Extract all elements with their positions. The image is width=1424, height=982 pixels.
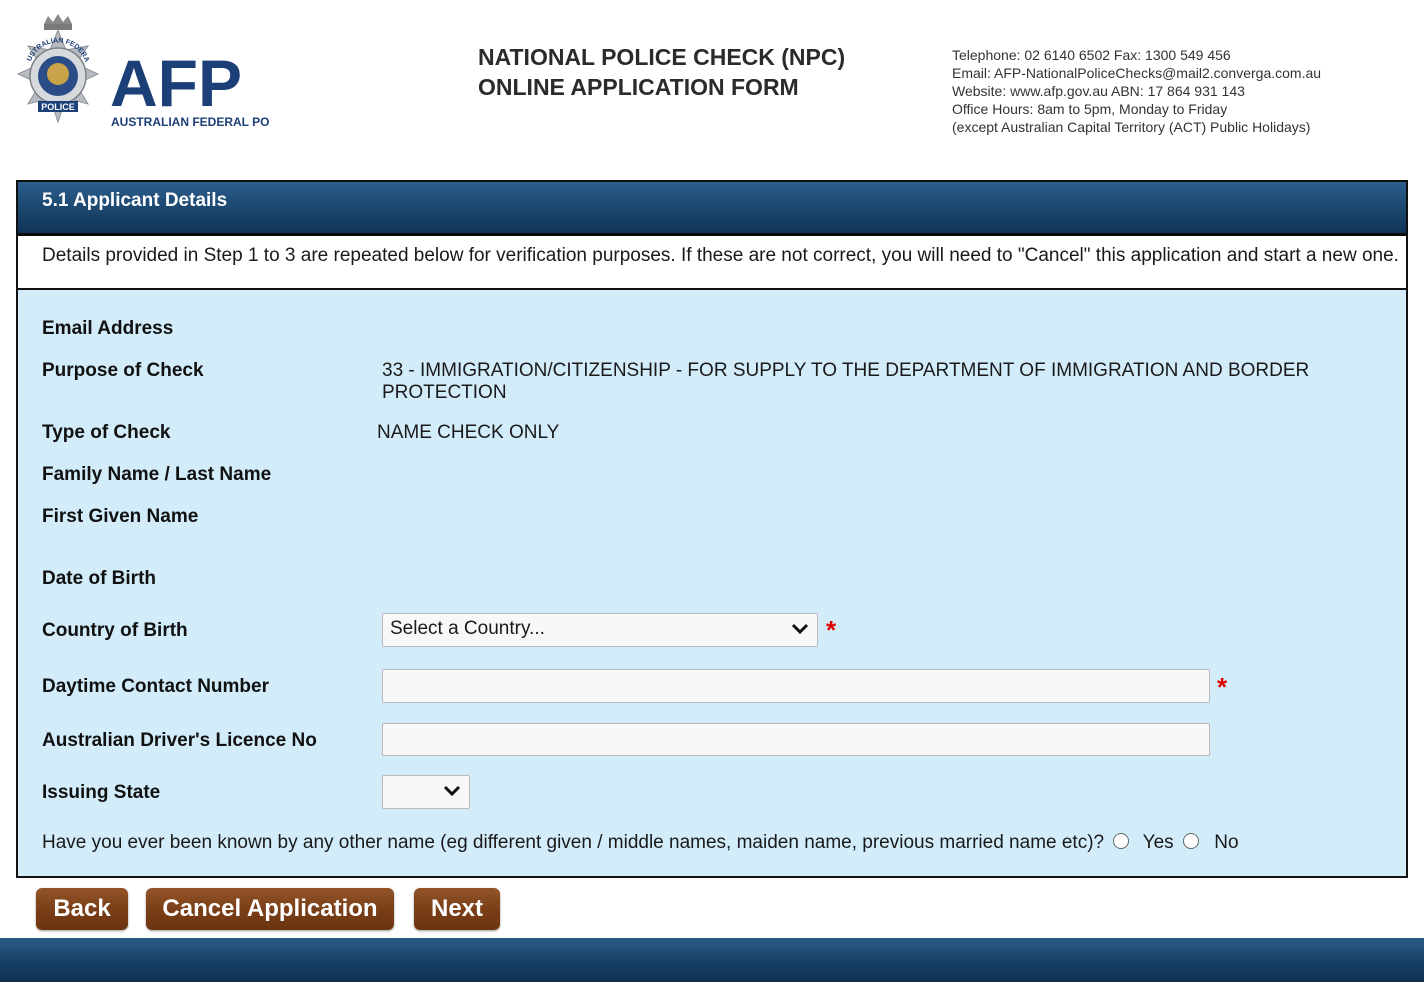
section-title: 5.1 Applicant Details <box>18 182 1406 236</box>
no-label: No <box>1214 832 1239 853</box>
other-name-question: Have you ever been known by any other na… <box>42 832 1105 853</box>
type-label: Type of Check <box>42 422 171 443</box>
contact-hours: Office Hours: 8am to 5pm, Monday to Frid… <box>952 101 1228 117</box>
contact-website: Website: www.afp.gov.au ABN: 17 864 931 … <box>952 83 1245 99</box>
state-select[interactable] <box>382 775 470 809</box>
contact-holidays: (except Australian Capital Territory (AC… <box>952 119 1311 135</box>
country-label: Country of Birth <box>42 620 188 641</box>
purpose-value-line-1: 33 - IMMIGRATION/CITIZENSHIP - FOR SUPPL… <box>382 360 1310 381</box>
contact-phone: Telephone: 02 6140 6502 Fax: 1300 549 45… <box>952 47 1231 63</box>
yes-label: Yes <box>1142 832 1174 853</box>
afp-badge-icon: AUSTRALIAN FEDERAL POLICE AFP AUSTRALIAN… <box>7 7 296 129</box>
applicant-details-panel: 5.1 Applicant Details Details provided i… <box>16 180 1408 878</box>
cancel-application-button[interactable]: Cancel Application <box>146 888 394 930</box>
licence-label: Australian Driver's Licence No <box>42 730 317 751</box>
contact-info: Telephone: 02 6140 6502 Fax: 1300 549 45… <box>952 46 1321 136</box>
footer-bar <box>0 938 1424 982</box>
no-radio[interactable] <box>1182 833 1199 849</box>
other-name-question-row: Have you ever been known by any other na… <box>42 832 1239 854</box>
logo-initials: AFP <box>110 46 242 120</box>
purpose-value-line-2: PROTECTION <box>382 382 507 403</box>
purpose-value: 33 - IMMIGRATION/CITIZENSHIP - FOR SUPPL… <box>382 360 1309 404</box>
back-button[interactable]: Back <box>36 888 128 930</box>
country-select-value: Select a Country... <box>390 618 545 639</box>
state-label: Issuing State <box>42 782 161 803</box>
country-required-mark: * <box>826 615 837 645</box>
logo-subtitle: AUSTRALIAN FEDERAL POLICE <box>111 115 270 129</box>
family-name-label: Family Name / Last Name <box>42 464 272 485</box>
purpose-label: Purpose of Check <box>42 360 204 381</box>
first-name-label: First Given Name <box>42 506 199 527</box>
section-note: Details provided in Step 1 to 3 are repe… <box>18 236 1406 290</box>
badge-text: POLICE <box>41 102 75 112</box>
yes-radio[interactable] <box>1113 833 1130 849</box>
chevron-down-icon <box>443 785 461 797</box>
country-select[interactable]: Select a Country... <box>382 613 818 647</box>
title-line-2: ONLINE APPLICATION FORM <box>478 74 799 100</box>
page-title: NATIONAL POLICE CHECK (NPC) ONLINE APPLI… <box>478 42 845 102</box>
phone-input[interactable] <box>382 669 1210 703</box>
next-button[interactable]: Next <box>414 888 500 930</box>
phone-required-mark: * <box>1217 672 1228 702</box>
type-value: NAME CHECK ONLY <box>377 422 560 443</box>
dob-label: Date of Birth <box>42 568 156 589</box>
chevron-down-icon <box>791 623 809 635</box>
title-line-1: NATIONAL POLICE CHECK (NPC) <box>478 44 846 70</box>
afp-logo: AUSTRALIAN FEDERAL POLICE AFP AUSTRALIAN… <box>7 7 296 137</box>
email-label: Email Address <box>42 318 174 339</box>
licence-input[interactable] <box>382 723 1210 756</box>
phone-label: Daytime Contact Number <box>42 676 269 697</box>
contact-email: Email: AFP-NationalPoliceChecks@mail2.co… <box>952 65 1322 81</box>
